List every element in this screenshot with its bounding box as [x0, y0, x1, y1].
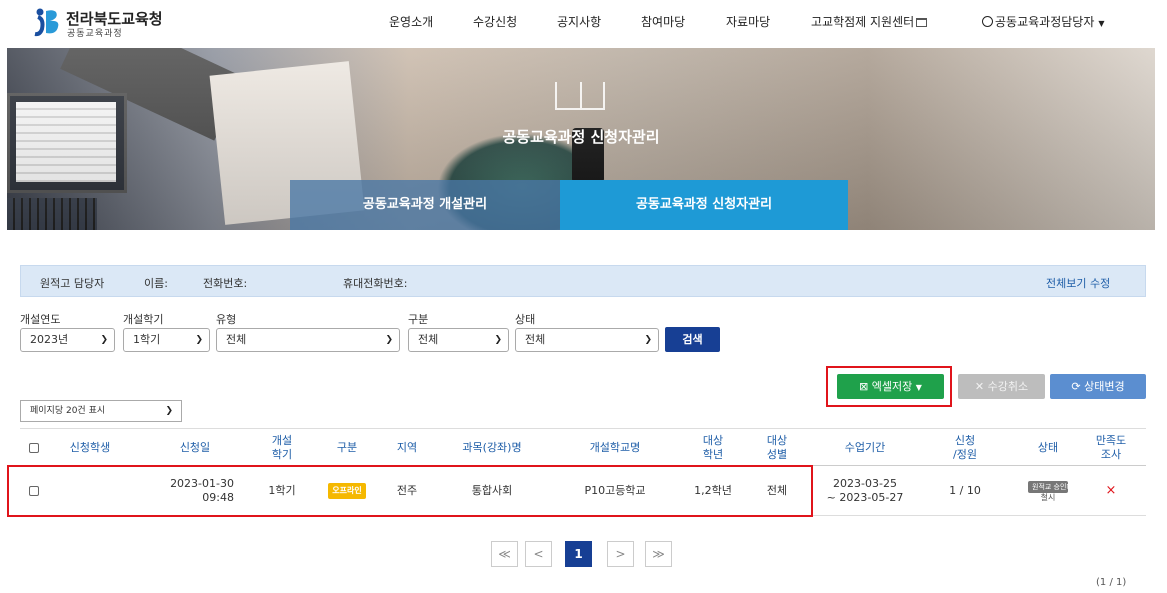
type-select[interactable]: 전체 ❯	[216, 328, 400, 352]
nav-credit-center-label: 고교학점제 지원센터	[811, 15, 915, 29]
col-status[interactable]: 상태	[1023, 429, 1073, 467]
chevron-down-icon: ❯	[165, 406, 173, 416]
caret-down-icon: ▼	[915, 383, 922, 392]
jeonbuk-logo-icon[interactable]	[34, 7, 62, 37]
year-select-value: 2023년	[30, 333, 69, 346]
type-select-value: 전체	[226, 333, 247, 346]
tab-applicant-management[interactable]: 공동교육과정 신청자관리	[560, 180, 848, 230]
excel-icon: ⊠	[859, 380, 869, 393]
col-student[interactable]: 신청학생	[50, 429, 130, 467]
type-label: 유형	[216, 313, 237, 326]
cancel-enrollment-button[interactable]: ✕ 수강취소	[958, 374, 1045, 399]
page-title: 공동교육과정 신청자관리	[502, 128, 660, 146]
col-semester[interactable]: 개설 학기	[262, 429, 302, 467]
nav-item-about[interactable]: 운영소개	[389, 13, 433, 30]
page-count: (1 / 1)	[1096, 577, 1127, 588]
col-target-grade[interactable]: 대상 학년	[688, 429, 738, 467]
col-survey[interactable]: 만족도 조사	[1086, 429, 1136, 467]
external-window-icon	[916, 18, 928, 27]
select-all-checkbox[interactable]	[29, 443, 39, 453]
chevron-down-icon: ❯	[195, 335, 203, 345]
year-select[interactable]: 2023년 ❯	[20, 328, 115, 352]
book-icon	[555, 82, 605, 110]
cell-quota: 1 / 10	[949, 484, 981, 497]
highlight-box-row	[7, 465, 813, 517]
manager-label: 원적고 담당자	[40, 277, 105, 290]
chevron-down-icon: ❯	[644, 335, 652, 345]
semester-label: 개설학기	[123, 313, 164, 326]
search-button[interactable]: 검색	[665, 327, 720, 352]
tab-course-management[interactable]: 공동교육과정 개설관리	[290, 180, 560, 230]
col-school-name[interactable]: 개설학교명	[560, 429, 670, 467]
logo-subtitle: 공동교육과정	[67, 29, 123, 39]
status-badge[interactable]: 원적교 승인대기 철시	[1028, 480, 1079, 502]
cell-class-period: 2023-03-25 ~ 2023-05-27	[810, 466, 920, 516]
category-select[interactable]: 전체 ❯	[408, 328, 509, 352]
user-icon	[982, 16, 993, 27]
per-page-value: 페이지당 20건 표시	[30, 406, 106, 416]
view-all-edit-link[interactable]: 전체보기 수정	[1046, 275, 1110, 291]
period-end: ~ 2023-05-27	[826, 491, 904, 504]
caret-down-icon: ▼	[1098, 19, 1105, 28]
nav-item-notice[interactable]: 공지사항	[557, 13, 601, 30]
col-region[interactable]: 지역	[382, 429, 432, 467]
close-icon: ✕	[974, 380, 985, 393]
cell-status: 원적교 승인대기 철시	[1023, 466, 1079, 516]
first-page-button[interactable]: ≪	[491, 541, 518, 567]
semester-select-value: 1학기	[133, 333, 161, 346]
table-header: 신청학생 신청일 개설 학기 구분 지역 과목(강좌)명 개설학교명 대상 학년…	[20, 428, 1146, 466]
col-class-period[interactable]: 수업기간	[810, 429, 920, 467]
status-sub-text: 철시	[1040, 492, 1056, 502]
status-badge-text: 원적교 승인대기	[1028, 480, 1079, 493]
chevron-down-icon: ❯	[494, 335, 502, 345]
page-1-button[interactable]: 1	[565, 541, 592, 567]
user-name: 공동교육과정담당자	[995, 15, 1095, 29]
excel-export-label: 엑셀저장	[871, 380, 913, 393]
col-quota[interactable]: 신청 /정원	[940, 429, 990, 467]
semester-select[interactable]: 1학기 ❯	[123, 328, 210, 352]
category-select-value: 전체	[418, 333, 439, 346]
school-manager-info-bar: 원적고 담당자 이름: 전화번호: 휴대전화번호: 전체보기 수정	[20, 265, 1146, 297]
change-status-label: 상태변경	[1084, 380, 1125, 393]
close-icon[interactable]: ×	[1106, 484, 1117, 498]
refresh-icon: ⟳	[1071, 380, 1081, 393]
category-label: 구분	[408, 313, 429, 326]
col-course-name[interactable]: 과목(강좌)명	[442, 429, 542, 467]
change-status-button[interactable]: ⟳ 상태변경	[1050, 374, 1146, 399]
site-header: 전라북도교육청 공동교육과정 운영소개 수강신청 공지사항 참여마당 자료마당 …	[0, 0, 1167, 48]
period-start: 2023-03-25	[833, 477, 897, 490]
user-menu[interactable]: 공동교육과정담당자 ▼	[982, 13, 1105, 30]
cell-survey: ×	[1086, 466, 1136, 516]
sub-tab-bar: 공동교육과정 개설관리 공동교육과정 신청자관리	[290, 180, 848, 230]
manager-mobile-label: 휴대전화번호:	[343, 277, 408, 290]
nav-item-participation[interactable]: 참여마당	[641, 13, 685, 30]
next-page-button[interactable]: >	[607, 541, 634, 567]
select-all-cell	[20, 429, 48, 467]
cancel-enrollment-label: 수강취소	[987, 380, 1029, 393]
status-select[interactable]: 전체 ❯	[515, 328, 659, 352]
last-page-button[interactable]: ≫	[645, 541, 672, 567]
status-select-value: 전체	[525, 333, 546, 346]
col-target-gender[interactable]: 대상 성별	[752, 429, 802, 467]
nav-item-registration[interactable]: 수강신청	[473, 13, 517, 30]
chevron-down-icon: ❯	[385, 335, 393, 345]
status-label: 상태	[515, 313, 536, 326]
chevron-down-icon: ❯	[100, 335, 108, 345]
nav-item-resources[interactable]: 자료마당	[726, 13, 770, 30]
col-apply-date[interactable]: 신청일	[150, 429, 240, 467]
prev-page-button[interactable]: <	[525, 541, 552, 567]
manager-phone-label: 전화번호:	[203, 277, 248, 290]
manager-name-label: 이름:	[144, 277, 168, 290]
nav-item-credit-center[interactable]: 고교학점제 지원센터	[811, 13, 928, 30]
year-label: 개설연도	[20, 313, 61, 326]
per-page-select[interactable]: 페이지당 20건 표시 ❯	[20, 400, 182, 422]
excel-export-button[interactable]: ⊠ 엑셀저장 ▼	[837, 374, 944, 399]
col-category[interactable]: 구분	[322, 429, 372, 467]
